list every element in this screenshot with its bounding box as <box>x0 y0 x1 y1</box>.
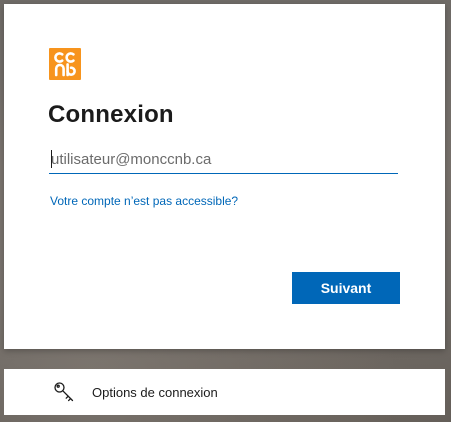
signin-options-button[interactable]: Options de connexion <box>4 369 445 415</box>
signin-card: Connexion Votre compte n’est pas accessi… <box>4 4 445 349</box>
signin-options-label: Options de connexion <box>92 385 218 400</box>
page-title: Connexion <box>48 101 174 128</box>
key-icon <box>52 380 76 404</box>
ccnb-logo <box>49 48 81 80</box>
email-field[interactable] <box>49 146 398 174</box>
next-button[interactable]: Suivant <box>292 272 400 304</box>
cant-access-account-link[interactable]: Votre compte n’est pas accessible? <box>50 194 238 208</box>
text-caret <box>51 150 52 168</box>
